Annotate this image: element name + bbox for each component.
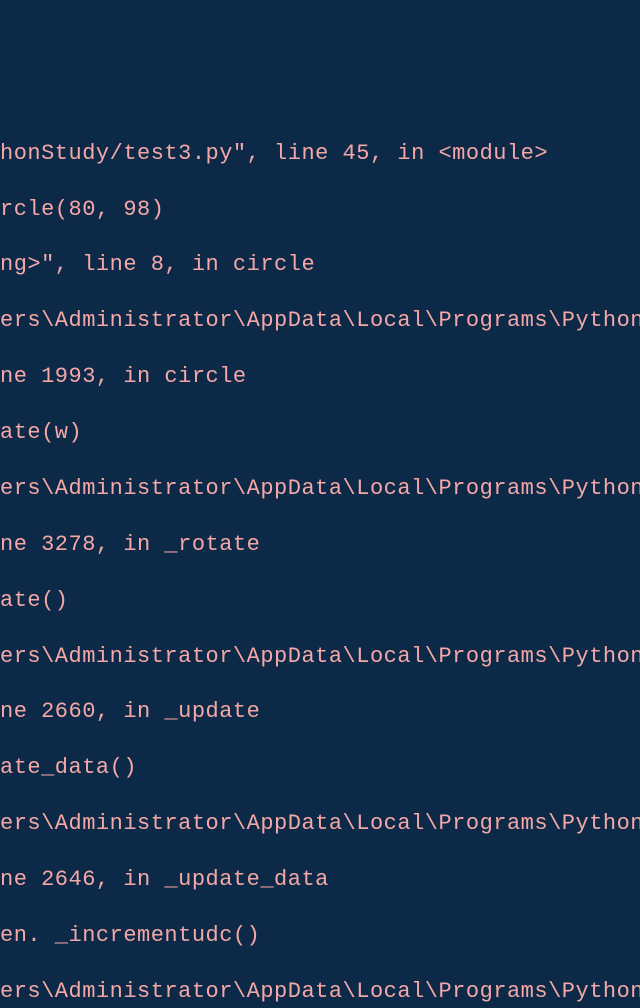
traceback-line: ne 2646, in _update_data [0, 866, 640, 894]
traceback-line: honStudy/test3.py", line 45, in <module> [0, 140, 640, 168]
traceback-line: ng>", line 8, in circle [0, 251, 640, 279]
traceback-line: ers\Administrator\AppData\Local\Programs… [0, 810, 640, 838]
traceback-line: ate_data() [0, 754, 640, 782]
traceback-line: ers\Administrator\AppData\Local\Programs… [0, 307, 640, 335]
traceback-line: ate() [0, 587, 640, 615]
traceback-line: rcle(80, 98) [0, 196, 640, 224]
traceback-line: ers\Administrator\AppData\Local\Programs… [0, 978, 640, 1006]
traceback-line: ate(w) [0, 419, 640, 447]
traceback-line: en. _incrementudc() [0, 922, 640, 950]
traceback-line: ers\Administrator\AppData\Local\Programs… [0, 643, 640, 671]
traceback-line: ne 3278, in _rotate [0, 531, 640, 559]
terminal-output: honStudy/test3.py", line 45, in <module>… [0, 112, 640, 1008]
traceback-line: ne 1993, in circle [0, 363, 640, 391]
traceback-line: ne 2660, in _update [0, 698, 640, 726]
traceback-line: ers\Administrator\AppData\Local\Programs… [0, 475, 640, 503]
